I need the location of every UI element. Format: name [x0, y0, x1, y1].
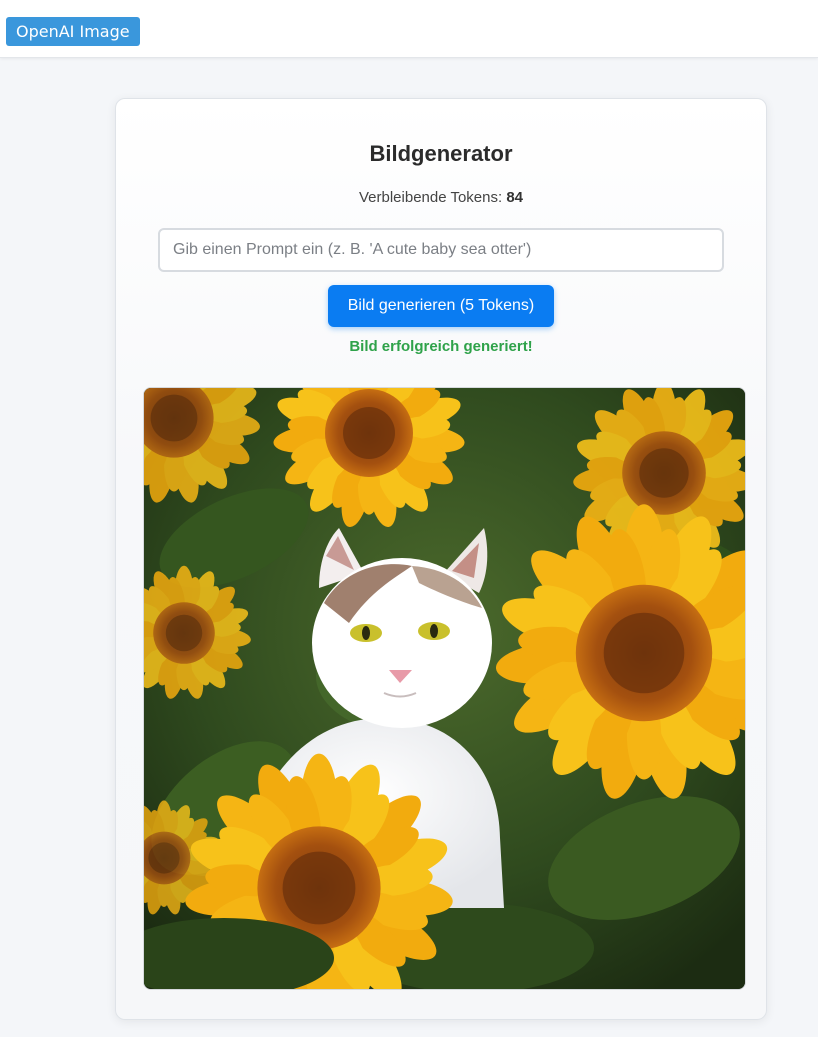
page-title: Bildgenerator [369, 141, 513, 166]
prompt-input[interactable] [158, 228, 724, 272]
tokens-value: 84 [506, 189, 524, 206]
generator-card: Bildgenerator Verbleibende Tokens: 84 Bi… [115, 98, 767, 1020]
generate-image-button[interactable]: Bild generieren (5 Tokens) [328, 285, 554, 327]
top-navbar: OpenAI Image [0, 0, 818, 58]
tokens-label: Verbleibende Tokens: [358, 189, 503, 206]
brand-logo-button[interactable]: OpenAI Image [6, 17, 140, 46]
generated-image [143, 387, 746, 990]
tokens-counter: Verbleibende Tokens: 84 [116, 189, 766, 206]
status-message: Bild erfolgreich generiert! [349, 338, 533, 355]
generated-image-artwork [144, 388, 745, 989]
